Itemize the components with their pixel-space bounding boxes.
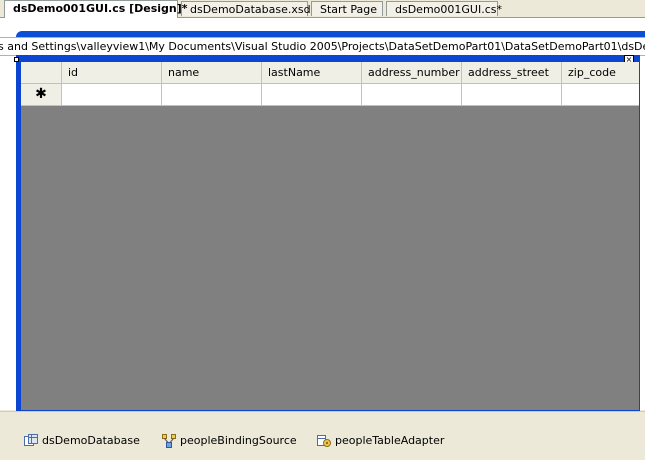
tab-dataset-xsd-label: dsDemoDatabase.xsd: [190, 3, 311, 16]
tray-item-table-adapter[interactable]: peopleTableAdapter: [317, 433, 444, 449]
cell-id[interactable]: [62, 84, 162, 105]
new-row-indicator-icon: ✱: [21, 84, 62, 105]
column-header-name[interactable]: name: [162, 62, 262, 83]
tray-item-binding-source-label: peopleBindingSource: [180, 434, 297, 447]
column-header-zip-code[interactable]: zip_code: [562, 62, 639, 83]
cell-address-street[interactable]: [462, 84, 562, 105]
component-tray: dsDemoDatabase peopleBindingSource peopl…: [0, 411, 645, 460]
cell-zip-code[interactable]: [562, 84, 639, 105]
cell-name[interactable]: [162, 84, 262, 105]
column-header-address-number[interactable]: address_number: [362, 62, 462, 83]
binding-source-icon: [162, 434, 176, 448]
tab-code[interactable]: dsDemo001GUI.cs*: [386, 1, 502, 16]
file-path-bar: s and Settings\valleyview1\My Documents\…: [0, 37, 645, 56]
grid-header-row: id name lastName address_number address_…: [21, 62, 639, 84]
table-adapter-icon: [317, 434, 331, 448]
new-row[interactable]: ✱: [21, 84, 639, 106]
column-header-lastname[interactable]: lastName: [262, 62, 362, 83]
tab-start-page[interactable]: Start Page: [311, 1, 383, 16]
cell-address-number[interactable]: [362, 84, 462, 105]
cell-lastname[interactable]: [262, 84, 362, 105]
resize-handle-top-left[interactable]: [14, 57, 19, 62]
tray-item-binding-source[interactable]: peopleBindingSource: [162, 433, 297, 449]
tray-item-table-adapter-label: peopleTableAdapter: [335, 434, 445, 447]
column-header-id[interactable]: id: [62, 62, 162, 83]
dataset-icon: [24, 434, 38, 448]
tab-start-page-label: Start Page: [320, 3, 377, 16]
row-header-corner: [21, 62, 62, 83]
tab-code-label: dsDemo001GUI.cs*: [395, 3, 502, 16]
data-grid-view[interactable]: id name lastName address_number address_…: [21, 62, 639, 410]
tab-dataset-xsd[interactable]: dsDemoDatabase.xsd: [181, 1, 311, 16]
tray-item-dataset[interactable]: dsDemoDatabase: [24, 433, 140, 449]
column-header-address-street[interactable]: address_street: [462, 62, 562, 83]
tab-design[interactable]: dsDemo001GUI.cs [Design]*: [4, 0, 188, 18]
file-path-text: s and Settings\valleyview1\My Documents\…: [0, 40, 645, 53]
tray-item-dataset-label: dsDemoDatabase: [42, 434, 140, 447]
document-tab-bar: dsDemo001GUI.cs [Design]* dsDemoDatabase…: [0, 0, 645, 18]
tab-design-label: dsDemo001GUI.cs [Design]*: [13, 2, 188, 15]
